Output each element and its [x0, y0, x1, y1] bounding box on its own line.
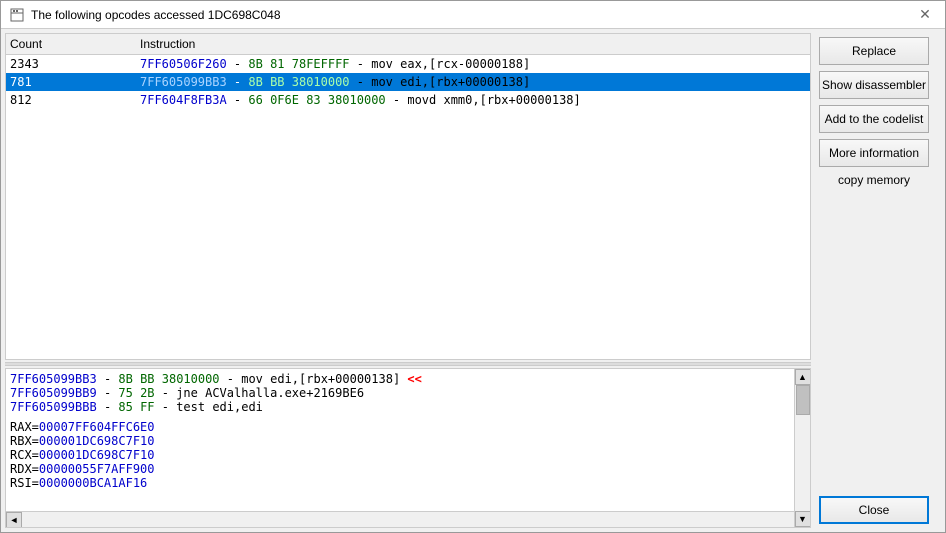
title-bar: The following opcodes accessed 1DC698C04…: [1, 1, 945, 29]
reg-name: RSI=: [10, 476, 39, 490]
window-close-button[interactable]: ✕: [913, 5, 937, 25]
asm-bytes: 8B BB 38010000: [118, 372, 219, 386]
title-bar-left: The following opcodes accessed 1DC698C04…: [9, 7, 281, 23]
addr-span: 7FF60506F260: [140, 57, 227, 71]
mnemonic-span: - mov eax,[rcx-00000188]: [350, 57, 531, 71]
asm-line: 7FF605099BBB - 85 FF - test edi,edi: [10, 400, 790, 414]
panel-resizer[interactable]: [5, 362, 811, 366]
cell-instruction: 7FF605099BB3 - 8B BB 38010000 - mov edi,…: [140, 75, 806, 89]
window-title: The following opcodes accessed 1DC698C04…: [31, 8, 281, 22]
close-button[interactable]: Close: [819, 496, 929, 524]
copy-memory-link[interactable]: copy memory: [819, 173, 929, 187]
header-count: Count: [10, 37, 140, 51]
show-disassembler-button[interactable]: Show disassembler: [819, 71, 929, 99]
left-panel: Count Instruction 2343 7FF60506F260 - 8B…: [1, 29, 815, 532]
reg-line: RAX=00007FF604FFC6E0: [10, 420, 790, 434]
scroll-left-arrow[interactable]: ◄: [6, 512, 22, 528]
bytes-span: 8B BB 38010000: [248, 75, 349, 89]
bytes-sep: -: [227, 75, 249, 89]
asm-addr: 7FF605099BB9: [10, 386, 97, 400]
add-to-codelist-button[interactable]: Add to the codelist: [819, 105, 929, 133]
reg-name: RDX=: [10, 462, 39, 476]
reg-line: RBX=000001DC698C7F10: [10, 434, 790, 448]
reg-val: 000001DC698C7F10: [39, 434, 155, 448]
reg-val: 0000000BCA1AF16: [39, 476, 147, 490]
bytes-sep: -: [227, 57, 249, 71]
reg-name: RAX=: [10, 420, 39, 434]
reg-line: RDX=00000055F7AFF900: [10, 462, 790, 476]
reg-val: 000001DC698C7F10: [39, 448, 155, 462]
mnemonic-span: - movd xmm0,[rbx+00000138]: [386, 93, 581, 107]
scroll-track-h: [22, 513, 794, 527]
table-header: Count Instruction: [6, 34, 810, 55]
reg-val: 00007FF604FFC6E0: [39, 420, 155, 434]
asm-bytes: 75 2B: [118, 386, 154, 400]
table-row[interactable]: 2343 7FF60506F260 - 8B 81 78FEFFFF - mov…: [6, 55, 810, 73]
bottom-panel: 7FF605099BB3 - 8B BB 38010000 - mov edi,…: [5, 368, 811, 528]
table-body: 2343 7FF60506F260 - 8B 81 78FEFFFF - mov…: [6, 55, 810, 359]
reg-name: RCX=: [10, 448, 39, 462]
table-row[interactable]: 781 7FF605099BB3 - 8B BB 38010000 - mov …: [6, 73, 810, 91]
horizontal-scrollbar[interactable]: ◄ ►: [6, 511, 810, 527]
cell-count: 781: [10, 75, 140, 89]
right-panel: Replace Show disassembler Add to the cod…: [815, 29, 945, 532]
main-content: Count Instruction 2343 7FF60506F260 - 8B…: [1, 29, 945, 532]
bytes-sep: -: [227, 93, 249, 107]
reg-val: 00000055F7AFF900: [39, 462, 155, 476]
cell-count: 2343: [10, 57, 140, 71]
app-icon: [9, 7, 25, 23]
opcode-table: Count Instruction 2343 7FF60506F260 - 8B…: [5, 33, 811, 360]
cell-instruction: 7FF60506F260 - 8B 81 78FEFFFF - mov eax,…: [140, 57, 806, 71]
scroll-up-arrow[interactable]: ▲: [795, 369, 811, 385]
header-instruction: Instruction: [140, 37, 806, 51]
close-section: Close: [819, 496, 937, 524]
bytes-span: 66 0F6E 83 38010000: [248, 93, 385, 107]
asm-mnemonic: - mov edi,[rbx+00000138]: [227, 372, 400, 386]
addr-span: 7FF604F8FB3A: [140, 93, 227, 107]
addr-span: 7FF605099BB3: [140, 75, 227, 89]
asm-sep: -: [104, 386, 118, 400]
replace-button[interactable]: Replace: [819, 37, 929, 65]
asm-sep: -: [104, 400, 118, 414]
asm-mnemonic: - jne ACValhalla.exe+2169BE6: [162, 386, 364, 400]
more-information-button[interactable]: More information: [819, 139, 929, 167]
table-row[interactable]: 812 7FF604F8FB3A - 66 0F6E 83 38010000 -…: [6, 91, 810, 109]
asm-addr: 7FF605099BB3: [10, 372, 97, 386]
asm-line: 7FF605099BB3 - 8B BB 38010000 - mov edi,…: [10, 372, 790, 386]
main-window: The following opcodes accessed 1DC698C04…: [0, 0, 946, 533]
asm-bytes: 85 FF: [118, 400, 154, 414]
asm-line: 7FF605099BB9 - 75 2B - jne ACValhalla.ex…: [10, 386, 790, 400]
scroll-down-arrow[interactable]: ▼: [795, 511, 811, 527]
reg-name: RBX=: [10, 434, 39, 448]
bytes-span: 8B 81 78FEFFFF: [248, 57, 349, 71]
reg-line: RSI=0000000BCA1AF16: [10, 476, 790, 490]
vertical-scrollbar[interactable]: ▲ ▼: [794, 369, 810, 527]
asm-marker: <<: [407, 372, 421, 386]
asm-mnemonic: - test edi,edi: [162, 400, 263, 414]
asm-sep: -: [104, 372, 118, 386]
cell-instruction: 7FF604F8FB3A - 66 0F6E 83 38010000 - mov…: [140, 93, 806, 107]
mnemonic-span: - mov edi,[rbx+00000138]: [350, 75, 531, 89]
scroll-thumb[interactable]: [796, 385, 810, 415]
scroll-track: [796, 385, 810, 511]
asm-addr: 7FF605099BBB: [10, 400, 97, 414]
reg-line: RCX=000001DC698C7F10: [10, 448, 790, 462]
bottom-content: 7FF605099BB3 - 8B BB 38010000 - mov edi,…: [6, 369, 810, 511]
cell-count: 812: [10, 93, 140, 107]
